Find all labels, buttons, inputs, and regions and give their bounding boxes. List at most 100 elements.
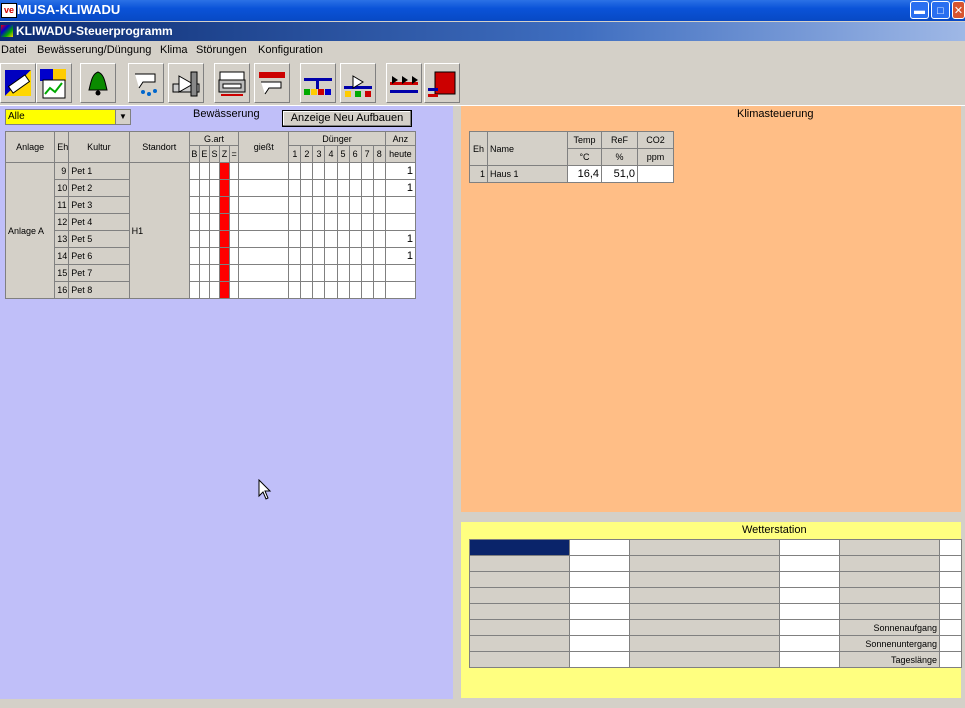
gart-s-cell[interactable] [208, 281, 221, 299]
menu-stoerungen[interactable]: Störungen [196, 44, 247, 56]
duenger-4-cell[interactable] [324, 230, 338, 248]
duenger-6-cell[interactable] [348, 179, 362, 197]
kultur-cell[interactable]: Pet 5 [68, 230, 130, 248]
duenger-7-cell[interactable] [360, 247, 374, 265]
table-row[interactable]: 13 Pet 5 1 [6, 230, 417, 248]
gart-b-cell[interactable] [188, 247, 200, 265]
duenger-1-cell[interactable] [288, 179, 302, 197]
gart-b-cell[interactable] [188, 162, 200, 180]
duenger-5-cell[interactable] [336, 162, 350, 180]
weather-label-cell[interactable] [469, 539, 570, 556]
maximize-icon[interactable]: □ [931, 1, 950, 19]
giesst-cell[interactable] [238, 179, 290, 197]
duenger-2-cell[interactable] [300, 247, 314, 265]
gart-s-cell[interactable] [208, 247, 221, 265]
weather-label-cell[interactable] [469, 587, 570, 604]
menu-klima[interactable]: Klima [160, 44, 188, 56]
kultur-cell[interactable]: Pet 7 [68, 264, 130, 282]
duenger-2-cell[interactable] [300, 196, 314, 214]
kultur-cell[interactable]: Pet 2 [68, 179, 130, 197]
table-row[interactable]: 14 Pet 6 1 [6, 247, 417, 265]
gart-z-cell[interactable] [218, 213, 231, 231]
kultur-cell[interactable]: Pet 8 [68, 281, 130, 299]
gart-z-cell[interactable] [218, 264, 231, 282]
duenger-3-cell[interactable] [312, 264, 326, 282]
gart-s-cell[interactable] [208, 264, 221, 282]
duenger-6-cell[interactable] [348, 196, 362, 214]
duenger-1-cell[interactable] [288, 247, 302, 265]
duenger-5-cell[interactable] [336, 179, 350, 197]
duenger-1-cell[interactable] [288, 281, 302, 299]
menu-bewaesserung[interactable]: Bewässerung/Düngung [37, 44, 151, 56]
weather-label-cell[interactable] [469, 619, 570, 636]
duenger-6-cell[interactable] [348, 247, 362, 265]
gart-e-cell[interactable] [198, 230, 210, 248]
weather-label-cell[interactable] [469, 635, 570, 652]
duenger-3-cell[interactable] [312, 196, 326, 214]
app-icon[interactable]: ve [1, 3, 17, 18]
duenger-8-cell[interactable] [372, 230, 386, 248]
duenger-1-cell[interactable] [288, 213, 302, 231]
duenger-3-cell[interactable] [312, 281, 326, 299]
table-row[interactable]: 16 Pet 8 [6, 281, 417, 299]
duenger-4-cell[interactable] [324, 281, 338, 299]
table-row[interactable]: 1 Haus 1 16,4 51,0 [469, 165, 674, 183]
duenger-3-cell[interactable] [312, 230, 326, 248]
kultur-cell[interactable]: Pet 4 [68, 213, 130, 231]
table-row[interactable]: Anlage A 9 Pet 1 H1 1 [4, 162, 417, 299]
duenger-2-cell[interactable] [300, 213, 314, 231]
minimize-icon[interactable]: ▬ [910, 1, 929, 19]
table-row[interactable]: 12 Pet 4 [6, 213, 417, 231]
gart-b-cell[interactable] [188, 213, 200, 231]
duenger-4-cell[interactable] [324, 213, 338, 231]
close-icon[interactable]: ✕ [952, 1, 965, 19]
kultur-cell[interactable]: Pet 6 [68, 247, 130, 265]
duenger-4-cell[interactable] [324, 247, 338, 265]
gart-eq-cell[interactable] [229, 247, 240, 265]
rebuild-display-button[interactable]: Anzeige Neu Aufbauen [282, 110, 412, 127]
gart-eq-cell[interactable] [229, 281, 240, 299]
duenger-5-cell[interactable] [336, 247, 350, 265]
mixer-valve-button[interactable] [340, 63, 376, 103]
edit-tool-button[interactable] [0, 63, 36, 103]
duenger-8-cell[interactable] [372, 179, 386, 197]
gart-z-cell[interactable] [218, 179, 231, 197]
duenger-1-cell[interactable] [288, 264, 302, 282]
giesst-cell[interactable] [238, 281, 290, 299]
duenger-1-cell[interactable] [288, 196, 302, 214]
duenger-4-cell[interactable] [324, 162, 338, 180]
gart-z-cell[interactable] [218, 247, 231, 265]
duenger-5-cell[interactable] [336, 213, 350, 231]
irrigation-stop-button[interactable] [254, 63, 290, 103]
gart-eq-cell[interactable] [229, 196, 240, 214]
duenger-3-cell[interactable] [312, 247, 326, 265]
giesst-cell[interactable] [238, 213, 290, 231]
duenger-8-cell[interactable] [372, 247, 386, 265]
giesst-cell[interactable] [238, 247, 290, 265]
duenger-6-cell[interactable] [348, 213, 362, 231]
climate-name-cell[interactable]: Haus 1 [487, 165, 568, 183]
chevron-down-icon[interactable]: ▼ [115, 110, 130, 124]
gart-b-cell[interactable] [188, 196, 200, 214]
weather-label-cell[interactable] [469, 555, 570, 572]
duenger-6-cell[interactable] [348, 281, 362, 299]
giesst-cell[interactable] [238, 196, 290, 214]
tank-heater-button[interactable] [424, 63, 460, 103]
duenger-4-cell[interactable] [324, 196, 338, 214]
duenger-8-cell[interactable] [372, 196, 386, 214]
kultur-cell[interactable]: Pet 3 [68, 196, 130, 214]
duenger-3-cell[interactable] [312, 179, 326, 197]
duenger-5-cell[interactable] [336, 264, 350, 282]
gart-e-cell[interactable] [198, 264, 210, 282]
child-app-icon[interactable] [1, 25, 13, 37]
gart-eq-cell[interactable] [229, 264, 240, 282]
pipe-system-button[interactable] [300, 63, 336, 103]
gart-e-cell[interactable] [198, 281, 210, 299]
irrigation-hand-button[interactable] [128, 63, 164, 103]
gart-s-cell[interactable] [208, 213, 221, 231]
duenger-2-cell[interactable] [300, 264, 314, 282]
giesst-cell[interactable] [238, 230, 290, 248]
duenger-5-cell[interactable] [336, 230, 350, 248]
duenger-7-cell[interactable] [360, 213, 374, 231]
gart-eq-cell[interactable] [229, 213, 240, 231]
